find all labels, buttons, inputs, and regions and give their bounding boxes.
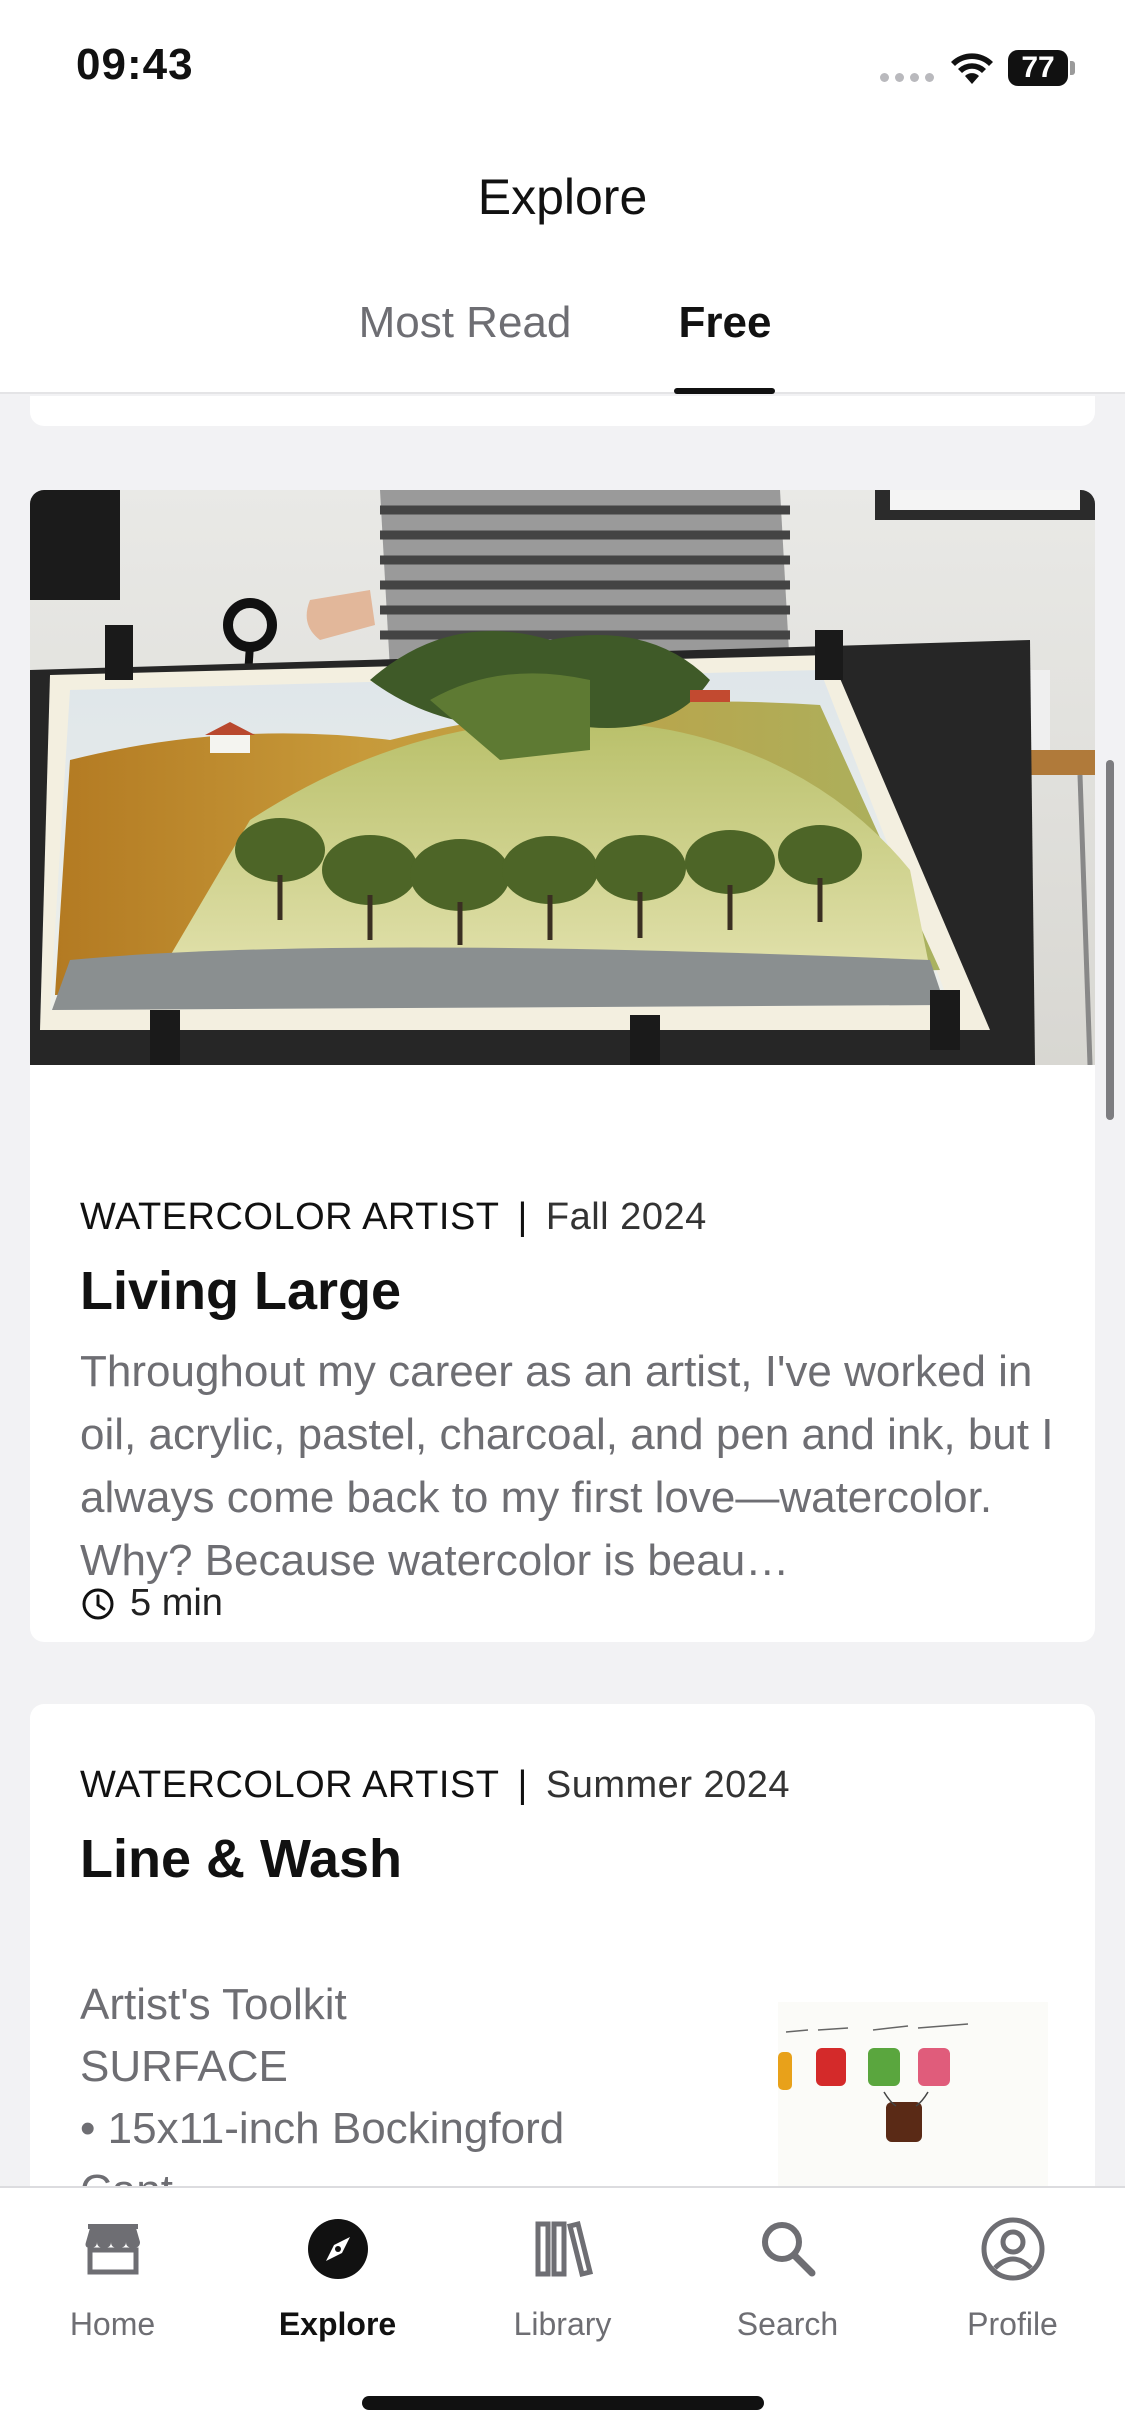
library-icon bbox=[535, 2220, 594, 2278]
article-card-previous[interactable] bbox=[30, 396, 1095, 426]
preview-line: SURFACE bbox=[80, 2042, 288, 2091]
nav-label: Search bbox=[736, 2306, 839, 2342]
meta-separator: | bbox=[517, 1764, 528, 1806]
active-tab-indicator bbox=[674, 388, 775, 394]
home-icon bbox=[85, 2224, 140, 2275]
status-time: 09:43 bbox=[76, 40, 194, 89]
profile-icon bbox=[981, 2217, 1045, 2281]
preview-line: • 15x11-inch Bockingford bbox=[80, 2104, 565, 2153]
scroll-indicator[interactable] bbox=[1106, 760, 1114, 1120]
read-time: 5 min bbox=[80, 1582, 223, 1625]
status-bar: 09:43 77 bbox=[0, 0, 1125, 130]
tab-most-read[interactable]: Most Read bbox=[340, 280, 590, 394]
nav-label: Library bbox=[513, 2306, 612, 2342]
page-title: Explore bbox=[477, 169, 648, 225]
nav-item-library[interactable]: Library bbox=[450, 2188, 675, 2368]
article-preview-text: Artist's Toolkit SURFACE • 15x11-inch Bo… bbox=[80, 1974, 760, 2186]
preview-line: Artist's Toolkit bbox=[80, 1980, 347, 2029]
nav-label: Explore bbox=[278, 2306, 397, 2342]
compass-icon bbox=[308, 2219, 368, 2279]
preview-line: Cant... bbox=[80, 2160, 760, 2186]
search-icon bbox=[762, 2222, 816, 2277]
home-indicator[interactable] bbox=[362, 2396, 764, 2410]
article-title[interactable]: Line & Wash bbox=[80, 1828, 402, 1890]
meta-separator: | bbox=[517, 1196, 528, 1238]
battery-level: 77 bbox=[1021, 51, 1055, 84]
article-card[interactable]: WATERCOLOR ARTIST | Summer 2024 Line & Was… bbox=[30, 1704, 1095, 2186]
nav-label: Profile bbox=[967, 2306, 1058, 2342]
nav-item-profile[interactable]: Profile bbox=[900, 2188, 1125, 2368]
nav-item-home[interactable]: Home bbox=[0, 2188, 225, 2368]
issue-label: Summer 2024 bbox=[545, 1764, 791, 1806]
publication-name: WATERCOLOR ARTIST bbox=[80, 1764, 500, 1806]
tab-free[interactable]: Free bbox=[660, 280, 790, 394]
read-time-label: 5 min bbox=[130, 1582, 223, 1624]
header: Explore Most Read Free bbox=[0, 130, 1125, 394]
article-feed[interactable]: WATERCOLOR ARTIST | Fall 2024 Living Large… bbox=[0, 396, 1125, 2186]
nav-label: Home bbox=[69, 2306, 156, 2342]
nav-item-search[interactable]: Search bbox=[675, 2188, 900, 2368]
nav-item-explore[interactable]: Explore bbox=[225, 2188, 450, 2368]
cellular-signal-icon bbox=[880, 73, 934, 82]
article-hero-image bbox=[30, 490, 1095, 1065]
article-meta: WATERCOLOR ARTIST | Fall 2024 bbox=[80, 1196, 707, 1239]
wifi-icon bbox=[951, 53, 993, 84]
explore-screen: 09:43 77 Explore Most Read Free WATERCOL… bbox=[0, 0, 1125, 2436]
article-excerpt: Throughout my career as an artist, I've … bbox=[80, 1347, 1054, 1585]
clock-icon bbox=[82, 1588, 114, 1619]
battery-icon: 77 bbox=[1008, 50, 1075, 86]
issue-label: Fall 2024 bbox=[545, 1196, 707, 1238]
article-meta: WATERCOLOR ARTIST | Summer 2024 bbox=[80, 1764, 790, 1807]
publication-name: WATERCOLOR ARTIST bbox=[80, 1196, 500, 1238]
article-title[interactable]: Living Large bbox=[80, 1260, 401, 1322]
article-thumbnail-image bbox=[778, 2002, 1048, 2186]
tab-bar: Most Read Free bbox=[0, 280, 1125, 394]
article-card[interactable]: WATERCOLOR ARTIST | Fall 2024 Living Large… bbox=[30, 490, 1095, 1642]
